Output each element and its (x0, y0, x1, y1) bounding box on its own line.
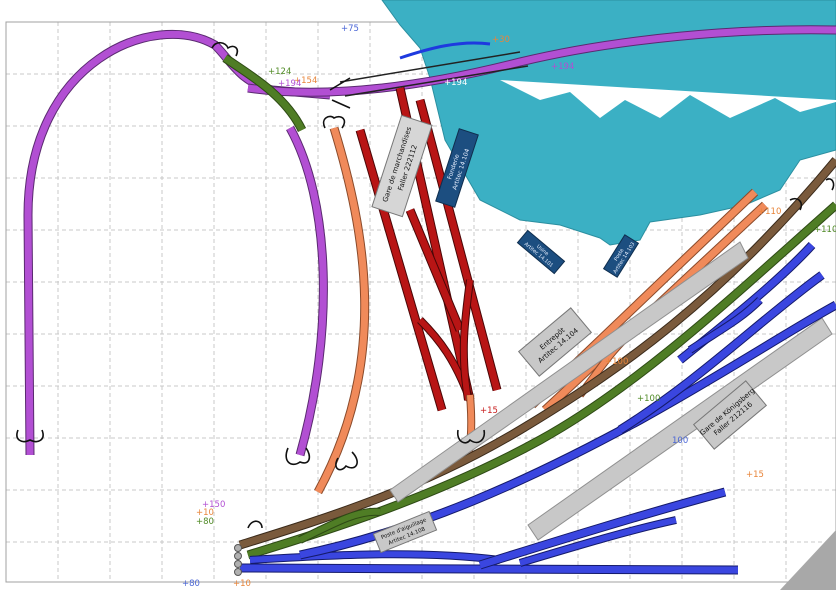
purple-track-loop[interactable] (23, 29, 331, 456)
poste-aiguillage-box: Poste d'aiguillage Artitec 14.108 (372, 510, 438, 554)
height-label: +194 (551, 62, 574, 72)
height-label: +110 (758, 207, 781, 217)
usine-box: Usine Artitec 14.101 (516, 229, 566, 275)
height-label: +124 (268, 67, 291, 77)
height-label: +75 (341, 24, 359, 34)
track-terminus-dots (234, 544, 242, 576)
height-label: +15 (480, 406, 498, 416)
height-label: +80 (182, 579, 200, 589)
height-label: +100 (605, 357, 628, 367)
height-label: +15 (746, 470, 764, 480)
track-plan-canvas[interactable]: Gare de marchandises Faller 222112 Fonde… (0, 0, 836, 590)
height-label: 100 (672, 436, 688, 446)
corner-patch (780, 530, 836, 590)
height-label: +100 (637, 394, 660, 404)
height-label: +10 (233, 579, 251, 589)
height-label: +194 (278, 79, 301, 89)
height-label: +30 (492, 35, 510, 45)
height-label: +194 (444, 78, 467, 88)
height-label: +110 (814, 225, 836, 235)
height-label: +80 (196, 517, 214, 527)
